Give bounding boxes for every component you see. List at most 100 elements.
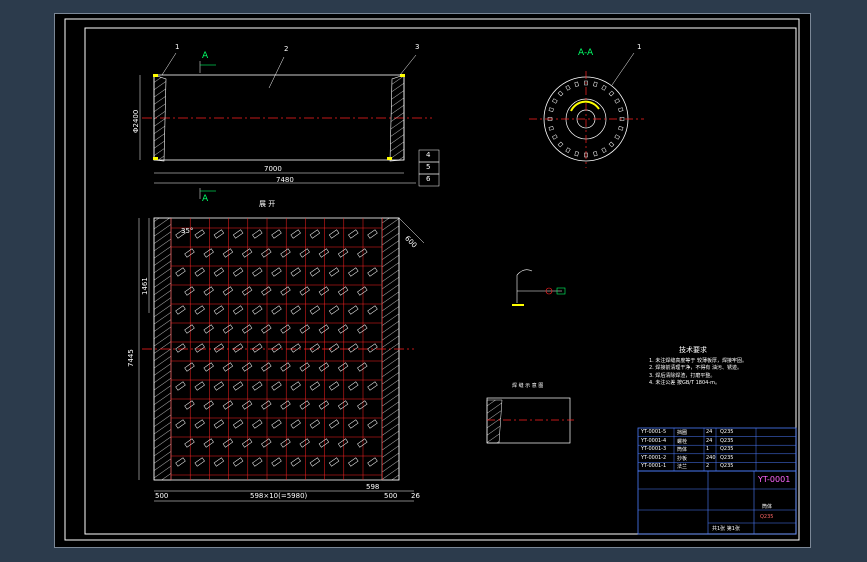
dim-diameter: Φ2400 <box>132 109 140 133</box>
lifter-slot <box>241 248 253 258</box>
lifter-slot <box>348 457 359 467</box>
flat-dim-bottom-mid: 598 <box>366 483 380 491</box>
section-tooth <box>574 151 579 157</box>
flat-dim-angle: 35° <box>181 227 194 235</box>
lifter-slot <box>328 305 340 315</box>
lifter-slot <box>299 438 310 448</box>
lifter-slot <box>328 419 340 429</box>
lifter-slot <box>318 362 330 372</box>
leader-1 <box>161 52 177 76</box>
tb-drawing-no: YT-0001 <box>758 475 791 484</box>
section-label-bottom: A <box>202 194 209 204</box>
weld-detail <box>486 397 574 444</box>
lifter-slot <box>318 400 330 410</box>
lifter-slot <box>184 400 195 410</box>
lifter-slot <box>290 381 301 391</box>
lifter-slot <box>222 362 234 372</box>
lifter-slot <box>280 400 291 410</box>
cad-drawing <box>64 18 800 541</box>
lifter-slot <box>241 400 253 410</box>
lifter-slot <box>318 286 330 296</box>
lifter-slot <box>271 419 282 429</box>
weld-left-bot <box>153 157 158 160</box>
weld-detail-title: 焊 缝 示 意 图 <box>512 383 544 389</box>
weld-detail-hatch <box>486 399 503 444</box>
flat-lifter-slots <box>175 229 378 467</box>
lifter-slot <box>252 305 263 315</box>
lifter-slot <box>213 343 225 353</box>
lifter-slot <box>203 324 214 334</box>
lifter-slot <box>271 381 282 391</box>
lifter-slot <box>203 286 214 296</box>
lifter-slot <box>348 343 359 353</box>
bom-cell-code: YT-0001-5 <box>641 429 667 435</box>
lifter-slot <box>261 438 272 448</box>
lifter-slot <box>203 248 214 258</box>
tb-sheet: 共1张 第1张 <box>712 526 740 532</box>
flat-dim-bottom-right: 500 <box>384 492 398 500</box>
lifter-slot <box>271 457 282 467</box>
lifter-slot <box>261 324 272 334</box>
lifter-slot <box>367 381 378 391</box>
cad-viewport[interactable]: 1 2 3 A A 7000 7480 Φ2400 4 5 6 A-A 1 展 … <box>54 13 811 548</box>
lifter-slot <box>299 286 310 296</box>
lifter-slot <box>232 229 244 239</box>
lifter-slot <box>280 286 291 296</box>
section-title: A-A <box>578 48 594 58</box>
lifter-slot <box>175 305 186 315</box>
lifter-slot <box>299 324 310 334</box>
weld-left-top <box>153 74 158 77</box>
lifter-slot <box>309 457 321 467</box>
lifter-slot <box>367 305 378 315</box>
lifter-slot <box>222 248 234 258</box>
section-leader <box>611 52 635 86</box>
lifter-slot <box>232 457 244 467</box>
lifter-slot <box>213 229 225 239</box>
lifter-slot <box>203 438 214 448</box>
lifter-slot <box>280 362 291 372</box>
section-tooth <box>608 90 615 97</box>
lifter-slot <box>348 305 359 315</box>
lifter-slot <box>252 267 263 277</box>
lifter-slot <box>213 419 225 429</box>
lifter-slot <box>367 229 378 239</box>
section-tooth <box>548 126 554 131</box>
lifter-slot <box>232 305 244 315</box>
lifter-slot <box>318 438 330 448</box>
lifter-slot <box>309 305 321 315</box>
lifter-slot <box>175 419 186 429</box>
lifter-slot <box>203 362 214 372</box>
lifter-slot <box>337 324 349 334</box>
flat-view <box>138 217 425 502</box>
lifter-slot <box>290 419 301 429</box>
lifter-slot <box>213 457 225 467</box>
lifter-slot <box>194 419 205 429</box>
lifter-slot <box>252 343 263 353</box>
section-tooth <box>601 84 607 91</box>
lifter-slot <box>309 229 321 239</box>
lifter-slot <box>222 400 234 410</box>
lifter-slot <box>348 229 359 239</box>
section-tooth <box>551 98 558 104</box>
lifter-slot <box>337 286 349 296</box>
lifter-slot <box>328 343 340 353</box>
leader-2 <box>268 56 285 89</box>
lifter-slot <box>232 381 244 391</box>
lifter-slot <box>357 400 368 410</box>
lifter-slot <box>348 381 359 391</box>
bom-cell-code: YT-0001-1 <box>641 463 667 470</box>
bom-cell-code: YT-0001-2 <box>641 454 667 461</box>
lifter-slot <box>318 324 330 334</box>
lifter-slot <box>348 267 359 277</box>
lifter-slot <box>271 267 282 277</box>
section-tooth <box>614 134 621 140</box>
lifter-slot <box>280 438 291 448</box>
lifter-slot <box>290 229 301 239</box>
lifter-slot <box>309 419 321 429</box>
bom-cell-name: 挡圈 <box>677 430 688 436</box>
note-line: 3. 焊后清除焊渣，打磨平整。 <box>649 372 716 379</box>
lifter-slot <box>309 267 321 277</box>
lifter-slot <box>299 362 310 372</box>
lifter-slot <box>241 362 253 372</box>
lifter-slot <box>290 305 301 315</box>
